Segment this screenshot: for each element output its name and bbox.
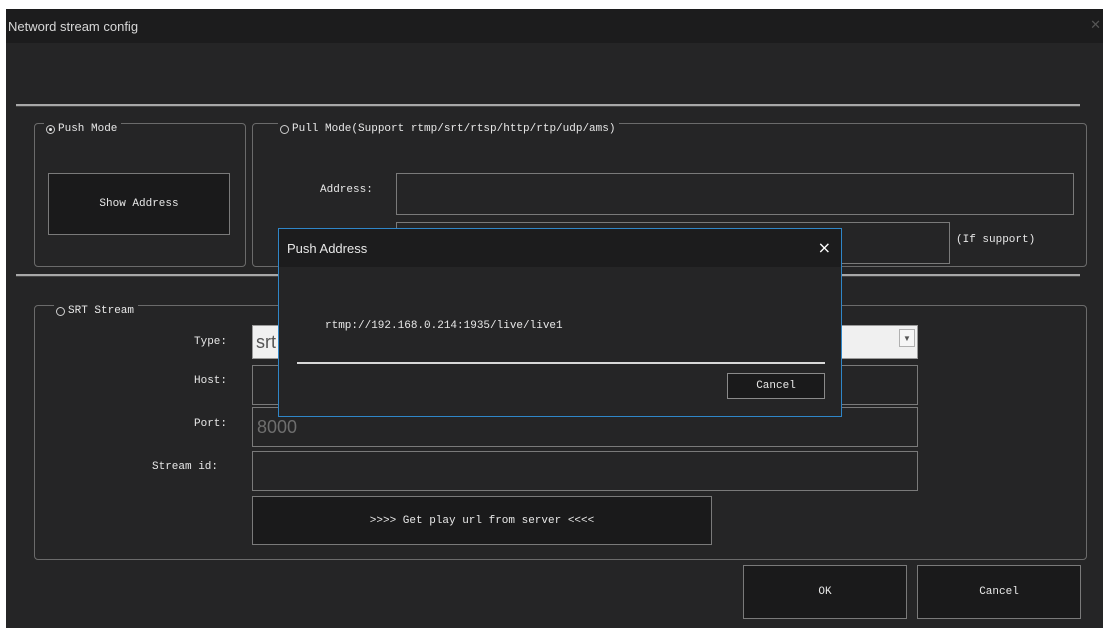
push-mode-radio-icon[interactable] (46, 124, 55, 134)
network-stream-config-window: Netword stream config ✕ Push Mode Show A… (6, 9, 1103, 628)
push-mode-radio[interactable]: Push Mode (44, 123, 122, 135)
address-label: Address: (320, 184, 373, 196)
srt-stream-radio-icon[interactable] (56, 306, 65, 316)
push-address-dialog: Push Address × rtmp://192.168.0.214:1935… (278, 228, 842, 417)
pull-mode-radio[interactable]: Pull Mode(Support rtmp/srt/rtsp/http/rtp… (278, 123, 620, 135)
type-select-value: srt (256, 332, 276, 352)
cancel-button[interactable]: Cancel (917, 565, 1081, 619)
host-label: Host: (194, 375, 228, 387)
type-label: Type: (194, 336, 228, 348)
pull-mode-label: Pull Mode(Support rtmp/srt/rtsp/http/rtp… (292, 123, 616, 135)
if-support-label: (If support) (956, 234, 1036, 246)
push-address-underline (297, 362, 825, 364)
pull-address-input[interactable] (396, 173, 1074, 215)
push-address-dialog-titlebar[interactable]: Push Address × (279, 229, 841, 267)
pull-mode-radio-icon[interactable] (280, 124, 289, 134)
push-address-url[interactable]: rtmp://192.168.0.214:1935/live/live1 (325, 320, 563, 332)
port-label: Port: (194, 418, 228, 430)
ok-button[interactable]: OK (743, 565, 907, 619)
get-play-url-button[interactable]: >>>> Get play url from server <<<< (252, 496, 712, 545)
window-titlebar[interactable]: Netword stream config ✕ (6, 9, 1103, 43)
show-address-button[interactable]: Show Address (48, 173, 230, 235)
top-divider (16, 104, 1080, 107)
stream-id-label: Stream id: (152, 461, 219, 473)
srt-stream-label: SRT Stream (68, 305, 135, 317)
chevron-down-icon[interactable]: ▼ (899, 329, 915, 347)
stream-id-input[interactable] (252, 451, 918, 491)
window-title: Netword stream config (8, 19, 139, 34)
push-address-dialog-title: Push Address (287, 241, 368, 256)
push-address-cancel-button[interactable]: Cancel (727, 373, 825, 399)
push-mode-label: Push Mode (58, 123, 118, 135)
close-icon[interactable]: × (818, 238, 831, 257)
close-icon[interactable]: ✕ (1090, 17, 1101, 33)
srt-stream-radio[interactable]: SRT Stream (54, 305, 139, 317)
